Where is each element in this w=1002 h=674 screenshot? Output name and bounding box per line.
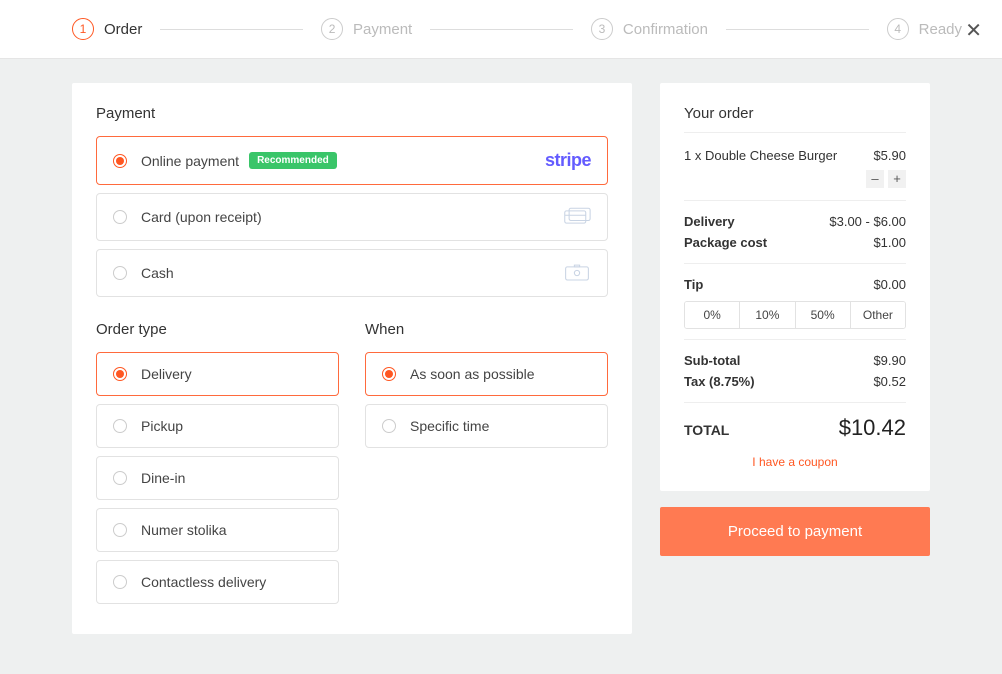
order-type-pickup[interactable]: Pickup [96,404,339,448]
qty-increase-button[interactable]: + [888,170,906,188]
step-order[interactable]: 1 Order [72,18,142,40]
order-options-card: Payment Online payment Recommended strip… [72,83,632,634]
option-label: Contactless delivery [141,574,266,590]
proceed-button[interactable]: Proceed to payment [660,507,930,556]
when-specific-time[interactable]: Specific time [365,404,608,448]
payment-option-label: Cash [141,265,174,281]
payment-option-label: Card (upon receipt) [141,209,262,225]
step-label: Ready [919,21,962,38]
delivery-row: Delivery $3.00 - $6.00 [684,211,906,232]
item-name: 1 x Double Cheese Burger [684,148,837,163]
cash-icon [563,263,591,283]
divider [684,402,906,403]
subtotal-label: Sub-total [684,353,740,368]
package-label: Package cost [684,235,767,250]
radio-icon [113,367,127,381]
checkout-stepper: 1 Order 2 Payment 3 Confirmation 4 Ready… [0,0,1002,59]
step-divider [430,29,573,30]
tip-row-header: Tip $0.00 [684,274,906,295]
divider [684,263,906,264]
delivery-label: Delivery [684,214,735,229]
radio-icon [113,266,127,280]
order-type-contactless[interactable]: Contactless delivery [96,560,339,604]
close-button[interactable]: ✕ [965,18,982,43]
option-label: Numer stolika [141,522,227,538]
divider [684,200,906,201]
order-summary-card: Your order 1 x Double Cheese Burger $5.9… [660,83,930,491]
recommended-badge: Recommended [249,152,337,169]
step-number: 3 [591,18,613,40]
tip-50-button[interactable]: 50% [796,302,851,328]
step-ready[interactable]: 4 Ready [887,18,962,40]
radio-icon [113,471,127,485]
option-label: As soon as possible [410,366,535,382]
stripe-logo: stripe [545,150,591,171]
total-row: TOTAL $10.42 [684,415,906,441]
payment-option-label: Online payment [141,153,239,169]
option-label: Specific time [410,418,489,434]
radio-icon [113,523,127,537]
step-divider [726,29,869,30]
divider [684,339,906,340]
radio-icon [113,210,127,224]
order-type-table-number[interactable]: Numer stolika [96,508,339,552]
radio-icon [382,419,396,433]
step-number: 1 [72,18,94,40]
step-label: Order [104,21,142,38]
when-asap[interactable]: As soon as possible [365,352,608,396]
order-type-dinein[interactable]: Dine-in [96,456,339,500]
tip-label: Tip [684,277,703,292]
total-value: $10.42 [839,415,906,441]
tip-selector: 0% 10% 50% Other [684,301,906,329]
order-type-delivery[interactable]: Delivery [96,352,339,396]
subtotal-row: Sub-total $9.90 [684,350,906,371]
when-column: When As soon as possible Specific time [365,321,608,612]
option-label: Pickup [141,418,183,434]
payment-option-card[interactable]: Card (upon receipt) [96,193,608,241]
payment-option-cash[interactable]: Cash [96,249,608,297]
step-label: Payment [353,21,412,38]
tax-label: Tax (8.75%) [684,374,755,389]
item-price: $5.90 [873,148,906,163]
tax-value: $0.52 [873,374,906,389]
quantity-control: – + [684,170,906,188]
delivery-value: $3.00 - $6.00 [829,214,906,229]
step-divider [160,29,303,30]
coupon-link[interactable]: I have a coupon [684,455,906,469]
radio-icon [113,575,127,589]
step-number: 4 [887,18,909,40]
close-icon: ✕ [965,20,982,42]
step-confirmation[interactable]: 3 Confirmation [591,18,708,40]
card-icon [563,207,591,227]
when-title: When [365,321,608,338]
subtotal-value: $9.90 [873,353,906,368]
radio-icon [113,419,127,433]
payment-title: Payment [96,105,608,122]
radio-icon [382,367,396,381]
payment-option-online[interactable]: Online payment Recommended stripe [96,136,608,185]
step-number: 2 [321,18,343,40]
tip-value: $0.00 [873,277,906,292]
tip-10-button[interactable]: 10% [740,302,795,328]
tip-other-button[interactable]: Other [851,302,905,328]
summary-title: Your order [684,105,906,133]
order-item-row: 1 x Double Cheese Burger $5.90 [684,145,906,166]
option-label: Delivery [141,366,192,382]
package-row: Package cost $1.00 [684,232,906,253]
package-value: $1.00 [873,235,906,250]
radio-icon [113,154,127,168]
order-type-title: Order type [96,321,339,338]
step-payment[interactable]: 2 Payment [321,18,412,40]
tip-0-button[interactable]: 0% [685,302,740,328]
tax-row: Tax (8.75%) $0.52 [684,371,906,392]
qty-decrease-button[interactable]: – [866,170,884,188]
order-type-column: Order type Delivery Pickup Dine-in Numer… [96,321,339,612]
option-label: Dine-in [141,470,185,486]
step-label: Confirmation [623,21,708,38]
order-summary-column: Your order 1 x Double Cheese Burger $5.9… [660,83,930,556]
total-label: TOTAL [684,422,729,438]
